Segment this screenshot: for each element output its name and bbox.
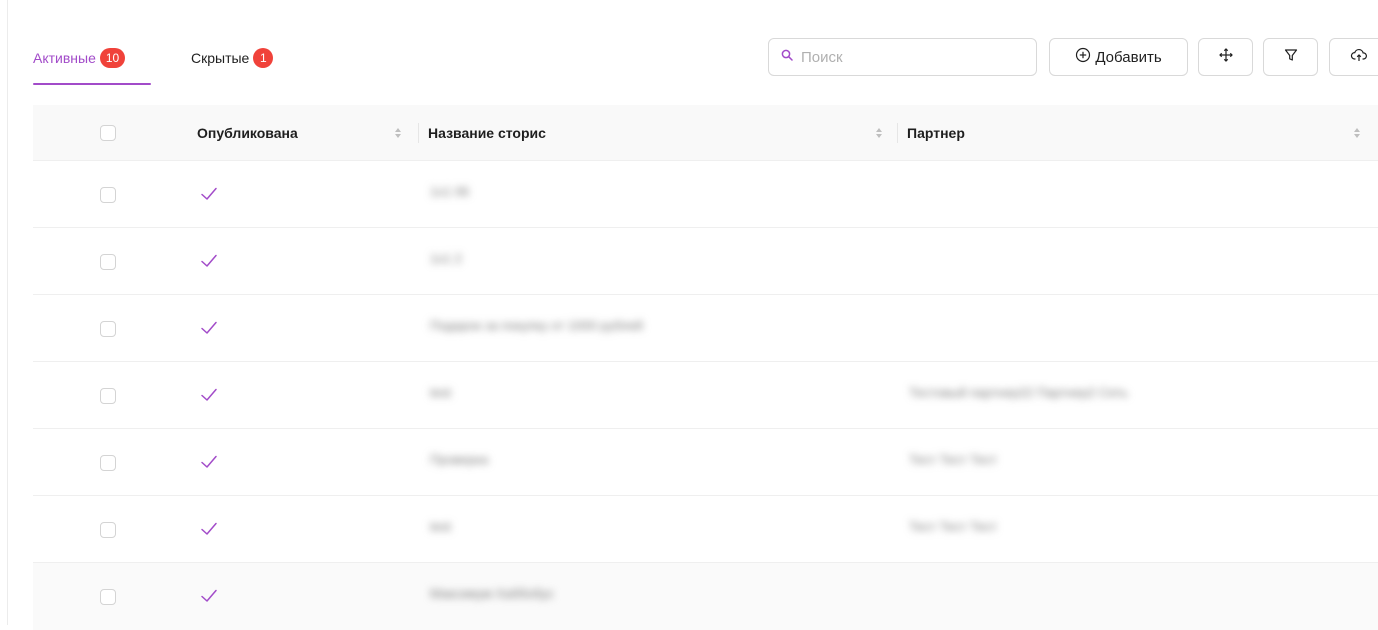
column-header-published[interactable]: Опубликована (197, 105, 298, 161)
add-button-label: Добавить (1095, 48, 1162, 66)
row-checkbox[interactable] (100, 388, 116, 404)
active-tab-indicator (33, 83, 151, 85)
check-icon (201, 589, 217, 602)
tab-active[interactable]: Активные 10 (33, 48, 126, 68)
table-row[interactable]: test Тест Тест Тест (33, 496, 1378, 563)
story-title: test (430, 519, 451, 534)
column-header-partner[interactable]: Партнер (907, 105, 965, 161)
story-title: test (430, 385, 451, 400)
story-title: Проверка (430, 452, 489, 467)
row-checkbox[interactable] (100, 187, 116, 203)
sort-icon[interactable] (874, 125, 884, 141)
row-checkbox[interactable] (100, 522, 116, 538)
search-field[interactable] (768, 38, 1037, 76)
filter-button[interactable] (1263, 38, 1318, 76)
row-checkbox[interactable] (100, 455, 116, 471)
add-button[interactable]: Добавить (1049, 38, 1188, 76)
select-all-checkbox[interactable] (100, 125, 116, 141)
partner-name: Тестовый партнер22 Партнер2 Сеть (909, 385, 1128, 400)
column-separator (897, 123, 898, 143)
row-checkbox[interactable] (100, 321, 116, 337)
table-row[interactable]: Проверка Тест Тест Тест (33, 429, 1378, 496)
left-divider (7, 0, 8, 625)
check-icon (201, 455, 217, 468)
check-icon (201, 388, 217, 401)
tab-active-label: Активные (33, 50, 96, 66)
move-icon (1218, 47, 1234, 67)
sort-icon[interactable] (1352, 125, 1362, 141)
story-title: Максимум Хаббобус (430, 586, 554, 601)
table-row[interactable]: Подарок за покупку от 1000 рублей (33, 295, 1378, 362)
tab-hidden[interactable]: Скрытые 1 (191, 48, 274, 68)
upload-button[interactable] (1329, 38, 1378, 76)
partner-name: Тест Тест Тест (909, 452, 997, 467)
move-columns-button[interactable] (1198, 38, 1253, 76)
column-separator (418, 123, 419, 143)
check-icon (201, 254, 217, 267)
filter-icon (1283, 47, 1299, 67)
row-checkbox[interactable] (100, 254, 116, 270)
plus-circle-icon (1075, 47, 1091, 67)
partner-name: Тест Тест Тест (909, 519, 997, 534)
story-title: Подарок за покупку от 1000 рублей (430, 318, 643, 333)
check-icon (201, 321, 217, 334)
column-header-title[interactable]: Название сторис (428, 105, 546, 161)
table-row[interactable]: test Тестовый партнер22 Партнер2 Сеть (33, 362, 1378, 429)
search-icon (781, 48, 793, 66)
row-checkbox[interactable] (100, 589, 116, 605)
story-title: 1x1 2 (430, 251, 462, 266)
story-title: 1x1 06 (430, 184, 470, 199)
sort-icon[interactable] (393, 125, 403, 141)
tab-hidden-label: Скрытые (191, 50, 250, 66)
tab-active-count-badge: 10 (99, 48, 126, 68)
table-row[interactable]: Максимум Хаббобус (33, 563, 1378, 630)
cloud-upload-icon (1350, 47, 1368, 67)
table-row[interactable]: 1x1 06 (33, 161, 1378, 228)
check-icon (201, 187, 217, 200)
check-icon (201, 522, 217, 535)
table-header: Опубликована Название сторис Партнер (33, 105, 1378, 161)
tab-hidden-count-badge: 1 (253, 48, 274, 68)
search-input[interactable] (799, 47, 1023, 67)
table-row[interactable]: 1x1 2 (33, 228, 1378, 295)
